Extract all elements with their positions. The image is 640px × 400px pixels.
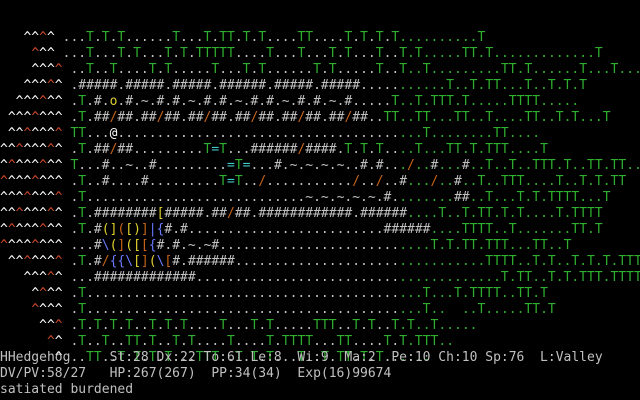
map-row: ^^^^^ ...#############..................… bbox=[23, 270, 640, 285]
map-row: ^^^^^^^^ .T.#(]([)]|{#.#................… bbox=[0, 222, 603, 237]
map-row: ^^^^^^^ .T.##/##.##/##.##/##.##/##.##/##… bbox=[7, 110, 611, 125]
map-row: ^^^^^^^^ .T.########[#####.##/##.#######… bbox=[0, 206, 603, 221]
map-row: ^^^^^^^^ .T............................~… bbox=[0, 190, 611, 205]
map-row: ^^^^ ...T.T.T......T...T.TT.T.T....TT...… bbox=[23, 30, 486, 45]
map-row: ^^ .T..T..TT.T..T.T....T....T.TTTT...TT.… bbox=[46, 334, 455, 349]
status-line-vitals: DV/PV:58/27 HP:267(267) PP:34(34) Exp(16… bbox=[0, 366, 392, 381]
status-line-character: HHedgehog St:28 Dx:22 To:61 Le:8 Wi:9 Ma… bbox=[0, 350, 603, 365]
map-row: ^^^^ ..T..T....T.T.....T...T.T......T.T.… bbox=[31, 62, 640, 77]
status-line-conditions: satiated burdened bbox=[0, 382, 134, 397]
map-row: ^^^ .T.T.T.T..T.T.T....T...T.T.....TTT..… bbox=[39, 318, 478, 333]
map-row: ^^^^^^^^ ...#\(]([[{#.#.~.~#............… bbox=[0, 238, 572, 253]
map-row: ^^^^^ .#####.#####.#####.######.#####.##… bbox=[23, 78, 588, 93]
map-row: ^^^^^^^^ .T.##/##.........T=T...######/#… bbox=[0, 142, 548, 157]
map-row: ^^^^^^^ .T.#/{{\[](\[#.######...........… bbox=[7, 254, 640, 269]
map-row: ^^^^ .T.................................… bbox=[31, 302, 556, 317]
map-row: ^^^^ .T.................................… bbox=[31, 286, 548, 301]
map-row: ^^^^^^^^ T...#..~..#.........=T=...#.~.~… bbox=[0, 158, 640, 173]
map-row: ^^^ ...T...T.T...T.T.TTTTT....T...T...T.… bbox=[31, 46, 603, 61]
map-row: ^^^^^^^ TT...@..........................… bbox=[7, 126, 541, 141]
game-screen: ^^^^ ...T.T.T......T...T.TT.T.T....TT...… bbox=[0, 0, 640, 400]
map-row: ^^^^^^^^ .T..#....#.........T=T../......… bbox=[0, 174, 627, 189]
map-row: ^^^^^^ .T.#.o.#.~.#.#.~.#.#.~.#.#.~.#.#.… bbox=[15, 94, 580, 109]
